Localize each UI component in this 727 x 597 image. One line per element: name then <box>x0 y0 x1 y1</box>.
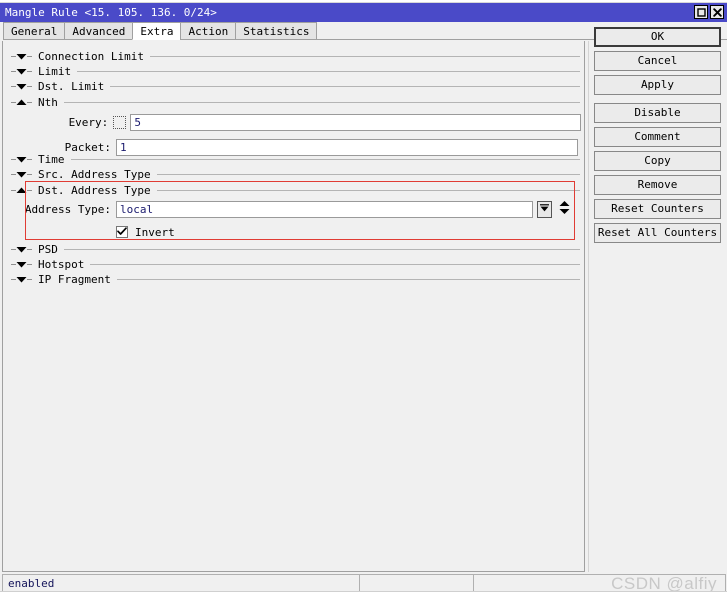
group-label-ip-fragment: IP Fragment <box>38 273 111 286</box>
ok-button[interactable]: OK <box>594 27 721 47</box>
group-toggle-limit[interactable] <box>11 66 32 77</box>
group-toggle-hotspot[interactable] <box>11 259 32 270</box>
group-src-address-type[interactable]: Src. Address Type <box>3 167 584 182</box>
group-rule <box>156 190 580 191</box>
group-toggle-dst-address-type[interactable] <box>11 185 32 196</box>
every-enable-checkbox[interactable] <box>113 115 127 129</box>
group-toggle-nth[interactable] <box>11 97 32 108</box>
group-rule <box>63 102 580 103</box>
address-type-spinner[interactable] <box>557 201 572 218</box>
group-rule <box>116 279 580 280</box>
chevron-down-icon <box>16 244 27 255</box>
extra-settings-panel: Connection Limit Limit Dst. Limit Nth Ev… <box>2 41 585 572</box>
chevron-up-icon <box>16 185 27 196</box>
check-icon <box>117 226 127 239</box>
chevron-down-icon <box>16 66 27 77</box>
chevron-down-icon <box>16 51 27 62</box>
group-rule <box>156 174 580 175</box>
tab-extra[interactable]: Extra <box>132 22 182 40</box>
group-rule <box>63 249 580 250</box>
comment-button[interactable]: Comment <box>594 127 721 147</box>
group-dash <box>27 159 32 160</box>
group-dash <box>27 56 32 57</box>
group-hotspot[interactable]: Hotspot <box>3 257 584 272</box>
group-dash <box>27 264 32 265</box>
group-label-time: Time <box>38 153 65 166</box>
every-input[interactable] <box>130 113 581 131</box>
chevron-down-filled-icon <box>539 202 550 216</box>
group-label-limit: Limit <box>38 65 72 78</box>
group-connection-limit[interactable]: Connection Limit <box>3 49 584 64</box>
group-toggle-time[interactable] <box>11 154 32 165</box>
reset-counters-button[interactable]: Reset Counters <box>594 199 721 219</box>
chevron-down-icon <box>16 81 27 92</box>
address-type-input[interactable] <box>116 200 533 218</box>
group-dst-limit[interactable]: Dst. Limit <box>3 79 584 94</box>
copy-button[interactable]: Copy <box>594 151 721 171</box>
close-icon[interactable] <box>710 5 724 19</box>
chevron-up-icon <box>16 97 27 108</box>
spinner-updown-icon <box>558 200 571 218</box>
group-dash <box>27 102 32 103</box>
group-rule <box>110 86 580 87</box>
chevron-down-icon <box>16 169 27 180</box>
group-dash <box>27 174 32 175</box>
group-dash <box>27 279 32 280</box>
group-nth[interactable]: Nth <box>3 95 584 110</box>
title-bar-buttons <box>694 5 724 19</box>
desktop-background-bottom <box>0 591 727 597</box>
label-every: Every: <box>68 115 109 129</box>
group-toggle-src-address-type[interactable] <box>11 169 32 180</box>
invert-checkbox[interactable] <box>116 226 128 238</box>
title-bar: Mangle Rule <15. 105. 136. 0/24> <box>0 3 727 22</box>
chevron-down-icon <box>16 154 27 165</box>
remove-button[interactable]: Remove <box>594 175 721 195</box>
address-type-dropdown-button[interactable] <box>537 200 552 218</box>
group-rule <box>149 56 580 57</box>
field-row-address-type: Address Type: <box>3 200 581 218</box>
group-toggle-dst-limit[interactable] <box>11 81 32 92</box>
group-label-src-address-type: Src. Address Type <box>38 168 151 181</box>
invert-label: Invert <box>135 225 175 239</box>
mangle-rule-window: Mangle Rule <15. 105. 136. 0/24> General… <box>0 3 727 597</box>
tab-advanced[interactable]: Advanced <box>64 22 134 40</box>
group-rule <box>77 71 580 72</box>
apply-button[interactable]: Apply <box>594 75 721 95</box>
group-label-psd: PSD <box>38 243 58 256</box>
field-row-invert: Invert <box>116 223 175 241</box>
tab-statistics[interactable]: Statistics <box>235 22 318 40</box>
chevron-down-icon <box>16 274 27 285</box>
group-time[interactable]: Time <box>3 152 584 167</box>
group-dash <box>27 71 32 72</box>
maximize-icon[interactable] <box>694 5 708 19</box>
group-label-dst-address-type: Dst. Address Type <box>38 184 151 197</box>
group-rule <box>70 159 580 160</box>
group-limit[interactable]: Limit <box>3 64 584 79</box>
group-label-hotspot: Hotspot <box>38 258 85 271</box>
group-rule <box>90 264 580 265</box>
group-dash <box>27 86 32 87</box>
tab-action[interactable]: Action <box>180 22 237 40</box>
chevron-down-icon <box>16 259 27 270</box>
dialog-button-column: OK Cancel Apply Disable Comment Copy Rem… <box>594 27 721 247</box>
group-label-nth: Nth <box>38 96 58 109</box>
window-title: Mangle Rule <15. 105. 136. 0/24> <box>5 6 217 19</box>
group-dst-address-type[interactable]: Dst. Address Type <box>3 183 584 198</box>
disable-button[interactable]: Disable <box>594 103 721 123</box>
group-dash <box>27 190 32 191</box>
group-ip-fragment[interactable]: IP Fragment <box>3 272 584 287</box>
extra-settings-content: Connection Limit Limit Dst. Limit Nth Ev… <box>3 41 584 571</box>
group-label-connection-limit: Connection Limit <box>38 50 144 63</box>
group-toggle-ip-fragment[interactable] <box>11 274 32 285</box>
group-toggle-connection-limit[interactable] <box>11 51 32 62</box>
field-row-every: Every: <box>3 113 581 131</box>
label-address-type: Address Type: <box>24 202 111 216</box>
cancel-button[interactable]: Cancel <box>594 51 721 71</box>
group-dash <box>27 249 32 250</box>
group-psd[interactable]: PSD <box>3 242 584 257</box>
tab-general[interactable]: General <box>3 22 66 40</box>
group-toggle-psd[interactable] <box>11 244 32 255</box>
reset-all-counters-button[interactable]: Reset All Counters <box>594 223 721 243</box>
group-label-dst-limit: Dst. Limit <box>38 80 105 93</box>
